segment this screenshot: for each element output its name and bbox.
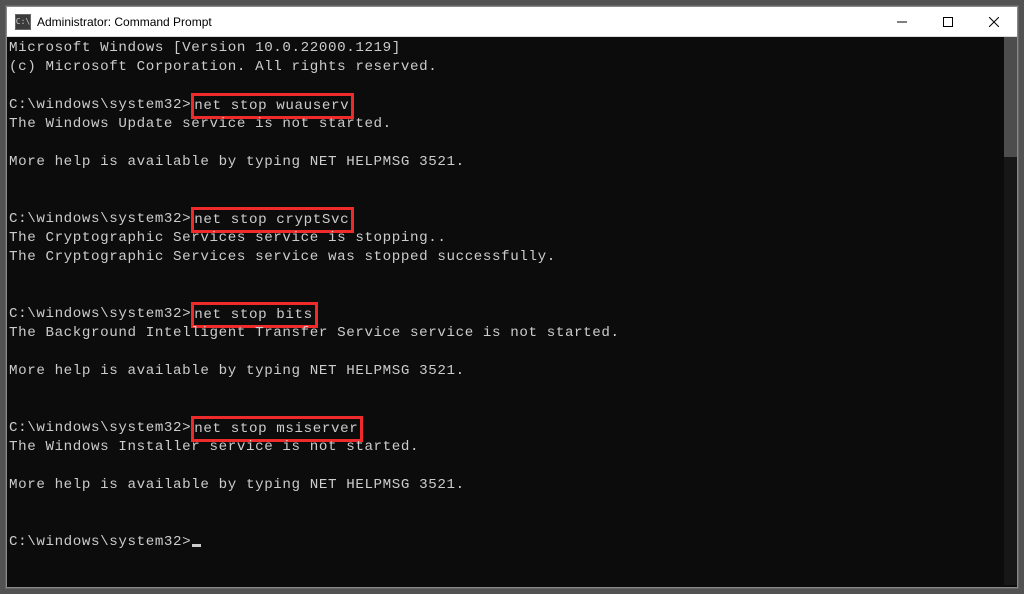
terminal-line [9, 286, 1004, 305]
close-button[interactable] [971, 7, 1017, 36]
terminal-line [9, 172, 1004, 191]
window-title: Administrator: Command Prompt [37, 15, 879, 29]
minimize-button[interactable] [879, 7, 925, 36]
terminal-line: More help is available by typing NET HEL… [9, 153, 1004, 172]
cmd-icon: C:\ [15, 14, 31, 30]
terminal-line [9, 191, 1004, 210]
terminal-line: Microsoft Windows [Version 10.0.22000.12… [9, 39, 1004, 58]
terminal-line: C:\windows\system32>net stop cryptSvc [9, 210, 1004, 229]
terminal-line [9, 457, 1004, 476]
terminal-line [9, 134, 1004, 153]
command-prompt-window: C:\ Administrator: Command Prompt Micros… [6, 6, 1018, 588]
terminal-line: More help is available by typing NET HEL… [9, 476, 1004, 495]
terminal-line [9, 343, 1004, 362]
scrollbar-track[interactable] [1004, 39, 1017, 585]
terminal-line: C:\windows\system32>net stop msiserver [9, 419, 1004, 438]
terminal-line: More help is available by typing NET HEL… [9, 362, 1004, 381]
titlebar[interactable]: C:\ Administrator: Command Prompt [7, 7, 1017, 37]
terminal-line [9, 400, 1004, 419]
maximize-button[interactable] [925, 7, 971, 36]
scrollbar-thumb[interactable] [1004, 37, 1017, 157]
terminal-line [9, 77, 1004, 96]
terminal-line: The Cryptographic Services service was s… [9, 248, 1004, 267]
terminal[interactable]: Microsoft Windows [Version 10.0.22000.12… [7, 37, 1017, 587]
terminal-line: The Windows Update service is not starte… [9, 115, 1004, 134]
terminal-line: (c) Microsoft Corporation. All rights re… [9, 58, 1004, 77]
terminal-line: The Background Intelligent Transfer Serv… [9, 324, 1004, 343]
terminal-line: The Windows Installer service is not sta… [9, 438, 1004, 457]
terminal-line [9, 514, 1004, 533]
window-controls [879, 7, 1017, 36]
maximize-icon [943, 17, 953, 27]
terminal-line [9, 381, 1004, 400]
terminal-content: Microsoft Windows [Version 10.0.22000.12… [9, 39, 1004, 585]
terminal-line: C:\windows\system32>net stop wuauserv [9, 96, 1004, 115]
terminal-line: C:\windows\system32> [9, 533, 1004, 552]
terminal-line [9, 495, 1004, 514]
terminal-line: The Cryptographic Services service is st… [9, 229, 1004, 248]
cursor [192, 544, 201, 547]
minimize-icon [897, 17, 907, 27]
close-icon [989, 17, 999, 27]
terminal-line: C:\windows\system32>net stop bits [9, 305, 1004, 324]
terminal-line [9, 267, 1004, 286]
